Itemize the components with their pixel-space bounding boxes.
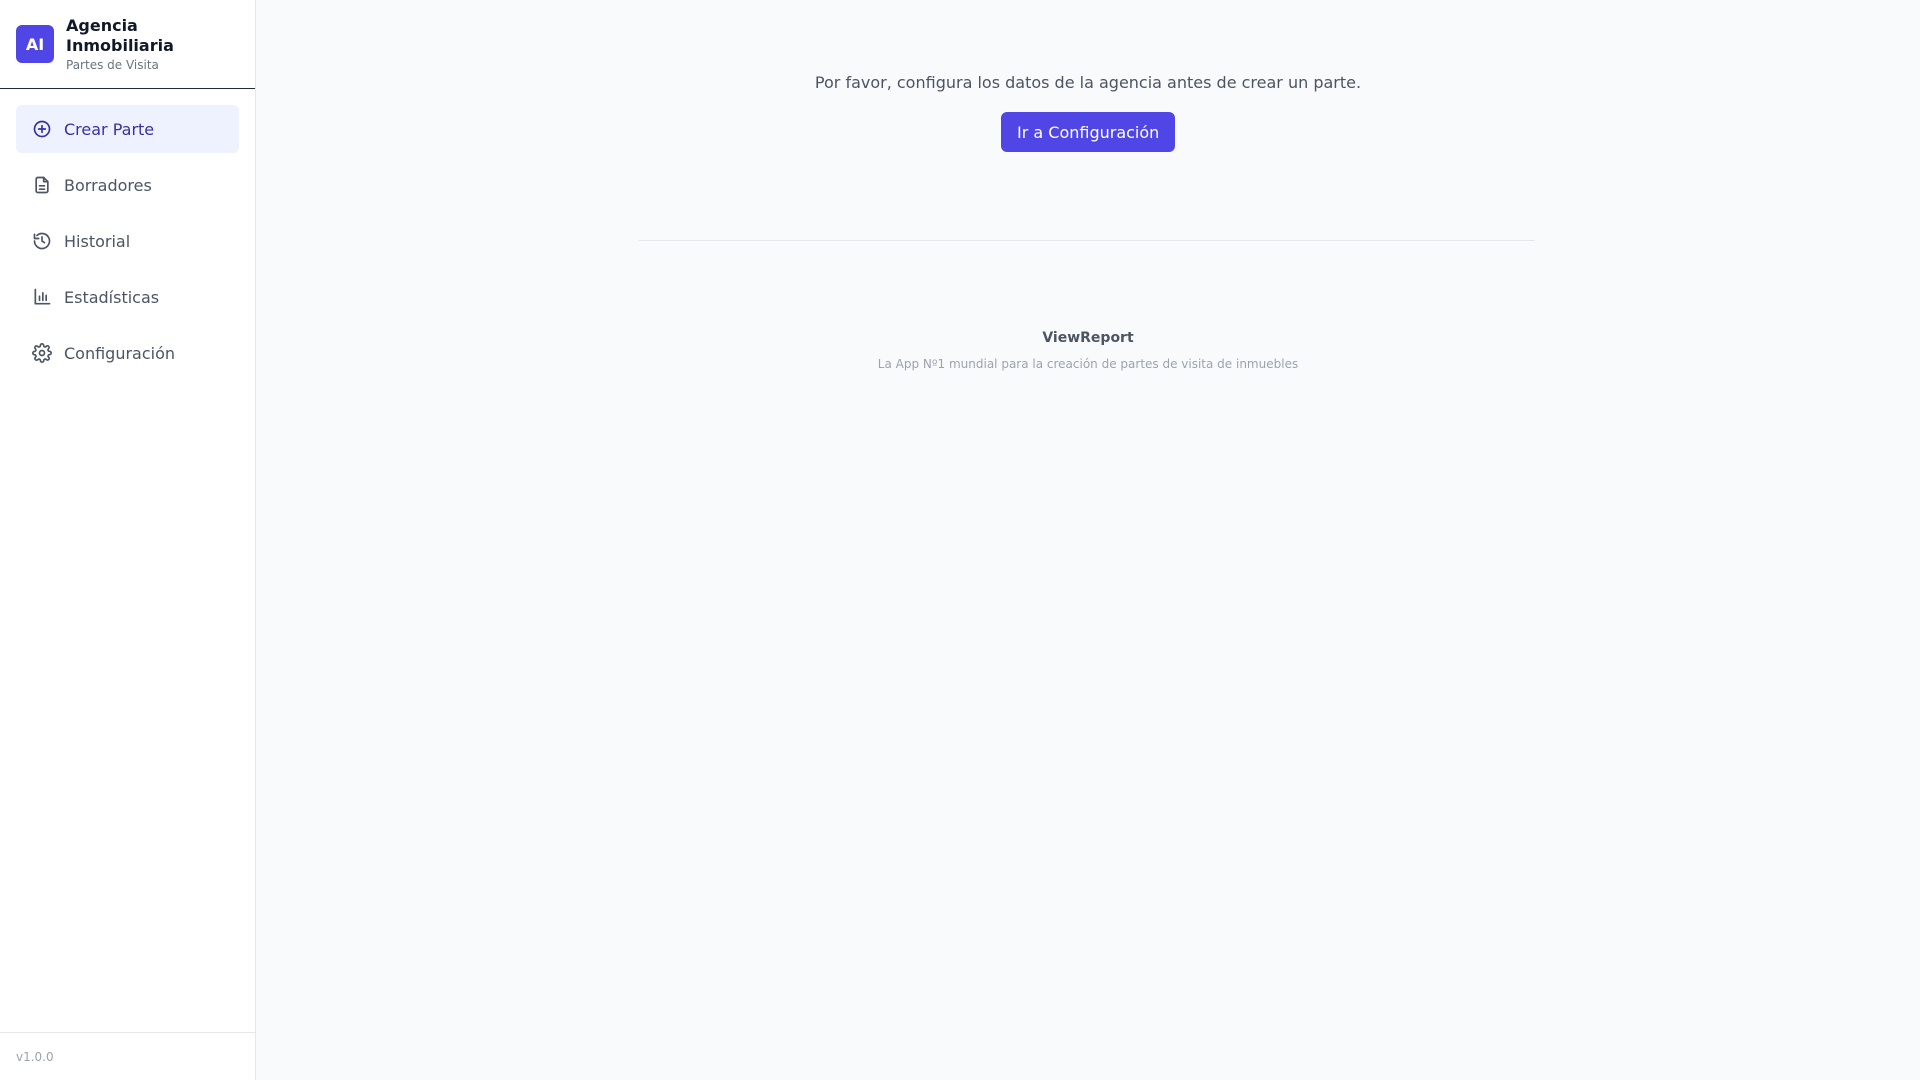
sidebar-item-crear-parte[interactable]: Crear Parte [16, 105, 239, 153]
history-icon [32, 231, 52, 251]
sidebar: AI Agencia Inmobiliaria Partes de Visita… [0, 0, 256, 1080]
sidebar-footer: v1.0.0 [0, 1032, 255, 1080]
sidebar-item-label: Configuración [64, 343, 176, 363]
setup-message: Por favor, configura los datos de la age… [814, 73, 1362, 92]
sidebar-item-configuracion[interactable]: Configuración [16, 329, 239, 377]
bar-chart-icon [32, 287, 52, 307]
sidebar-nav: Crear Parte Borradores Historial Estadís… [0, 89, 255, 1032]
sidebar-item-borradores[interactable]: Borradores [16, 161, 239, 209]
sidebar-item-label: Borradores [64, 175, 152, 195]
main-content: Por favor, configura los datos de la age… [256, 0, 1920, 1080]
document-icon [32, 175, 52, 195]
sidebar-item-label: Crear Parte [64, 119, 155, 139]
sidebar-item-label: Historial [64, 231, 131, 251]
app-shell: AI Agencia Inmobiliaria Partes de Visita… [0, 0, 1920, 1080]
gear-icon [32, 343, 52, 363]
version-label: v1.0.0 [16, 1049, 54, 1064]
sidebar-item-label: Estadísticas [64, 287, 160, 307]
go-to-settings-button[interactable]: Ir a Configuración [1001, 112, 1176, 152]
brand-header: AI Agencia Inmobiliaria Partes de Visita [0, 0, 255, 89]
footer-tagline: La App Nº1 mundial para la creación de p… [877, 357, 1299, 371]
footer-title: ViewReport [1042, 330, 1134, 346]
plus-circle-icon [32, 119, 52, 139]
brand-title: Agencia Inmobiliaria [66, 15, 174, 55]
brand-logo: AI [16, 25, 54, 63]
sidebar-item-estadisticas[interactable]: Estadísticas [16, 273, 239, 321]
divider [639, 240, 1535, 241]
brand-text: Agencia Inmobiliaria Partes de Visita [66, 16, 196, 73]
sidebar-item-historial[interactable]: Historial [16, 217, 239, 265]
brand-subtitle: Partes de Visita [66, 57, 159, 72]
